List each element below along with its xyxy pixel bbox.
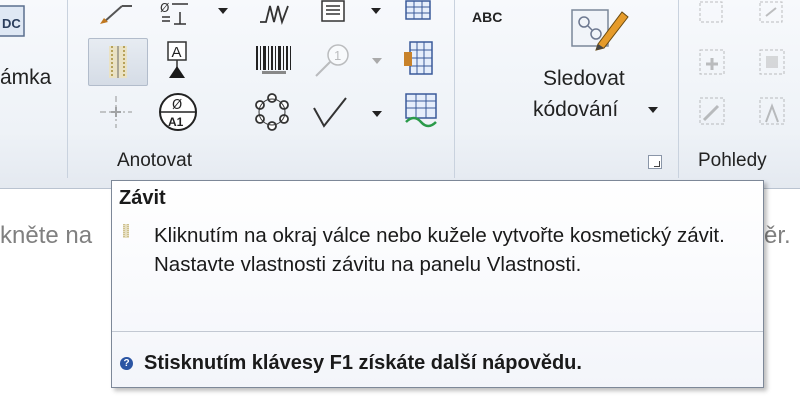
background-text-left: kněte na: [0, 222, 93, 249]
detail-view-icon: [694, 94, 730, 132]
hole-table-icon[interactable]: [402, 40, 438, 80]
separator: [67, 0, 68, 178]
note-text-icon[interactable]: [316, 0, 352, 26]
dialog-launcher-icon[interactable]: [648, 155, 662, 169]
chevron-down-icon[interactable]: [648, 107, 658, 113]
tooltip-help-text: Stisknutím klávesy F1 získáte další nápo…: [144, 352, 582, 374]
section-view-icon: [754, 46, 790, 82]
tooltip-description: Kliknutím na okraj válce nebo kužele vyt…: [154, 224, 725, 276]
leader-note-icon[interactable]: [98, 0, 134, 26]
bolt-circle-icon[interactable]: [250, 92, 294, 132]
projected-view-icon: [754, 0, 790, 28]
svg-text:ABC: ABC: [472, 9, 502, 25]
tooltip-title: Závit: [119, 187, 166, 209]
revision-table-icon[interactable]: [402, 92, 442, 132]
track-coding-label-line1[interactable]: Sledovat: [543, 67, 625, 91]
svg-text:Ø: Ø: [160, 1, 169, 15]
break-view-icon: [754, 94, 790, 132]
group-label-annotate: Anotovat: [117, 150, 192, 171]
partial-tool-icon[interactable]: DC: [0, 2, 28, 42]
chevron-down-icon[interactable]: [372, 111, 382, 117]
svg-text:1: 1: [334, 48, 341, 63]
separator: [454, 0, 455, 178]
datum-target-icon[interactable]: Ø A1: [156, 90, 200, 134]
weld-symbol-icon[interactable]: [310, 94, 354, 132]
tooltip: Závit Kliknutím na okraj válce nebo kuže…: [111, 180, 764, 388]
svg-text:Ø: Ø: [172, 98, 182, 113]
ribbon: DC ámka Ø A 1 Ø A1 ABC Sledovat kódování…: [0, 0, 800, 189]
thread-icon[interactable]: [88, 38, 148, 86]
chevron-down-icon: [372, 58, 382, 64]
spell-check-icon[interactable]: ABC: [468, 0, 514, 30]
barcode-icon[interactable]: [252, 44, 296, 78]
geometric-tolerance-icon[interactable]: Ø: [158, 0, 194, 26]
background-text-right: ěr.: [764, 222, 791, 249]
surface-texture-icon[interactable]: [256, 0, 292, 26]
track-coding-icon[interactable]: [562, 2, 632, 52]
auxiliary-view-icon: [694, 46, 730, 82]
chevron-down-icon[interactable]: [218, 8, 228, 14]
center-mark-icon: [96, 92, 136, 132]
group-label-views: Pohledy: [698, 150, 767, 171]
thread-icon: [123, 224, 129, 238]
datum-feature-icon[interactable]: A: [158, 40, 198, 82]
track-coding-label-line2[interactable]: kódování: [533, 98, 618, 122]
tooltip-divider: [112, 331, 763, 332]
help-icon: ?: [120, 357, 133, 370]
svg-text:A: A: [172, 44, 182, 61]
svg-text:DC: DC: [2, 16, 21, 31]
svg-text:A1: A1: [168, 115, 184, 129]
table-icon[interactable]: [400, 0, 436, 26]
base-view-icon: [694, 0, 730, 28]
partial-button-label[interactable]: ámka: [0, 66, 51, 90]
chevron-down-icon[interactable]: [371, 8, 381, 14]
separator: [678, 0, 679, 178]
balloon-icon: 1: [312, 42, 356, 80]
